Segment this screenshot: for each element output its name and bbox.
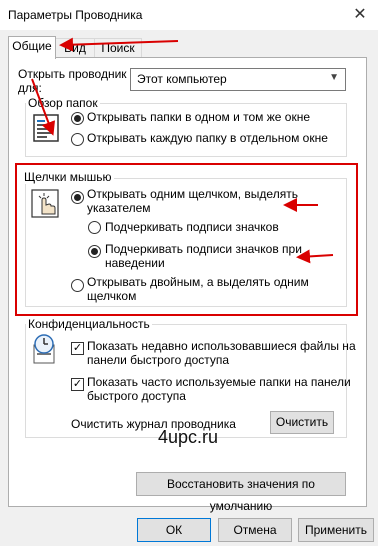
tab-general[interactable]: Общие	[8, 36, 56, 59]
annotation-arrow-tab	[59, 37, 179, 52]
annotation-arrow-underline-hover	[296, 249, 334, 264]
annotation-arrow-group	[31, 78, 56, 136]
annotation-arrows	[31, 37, 334, 264]
